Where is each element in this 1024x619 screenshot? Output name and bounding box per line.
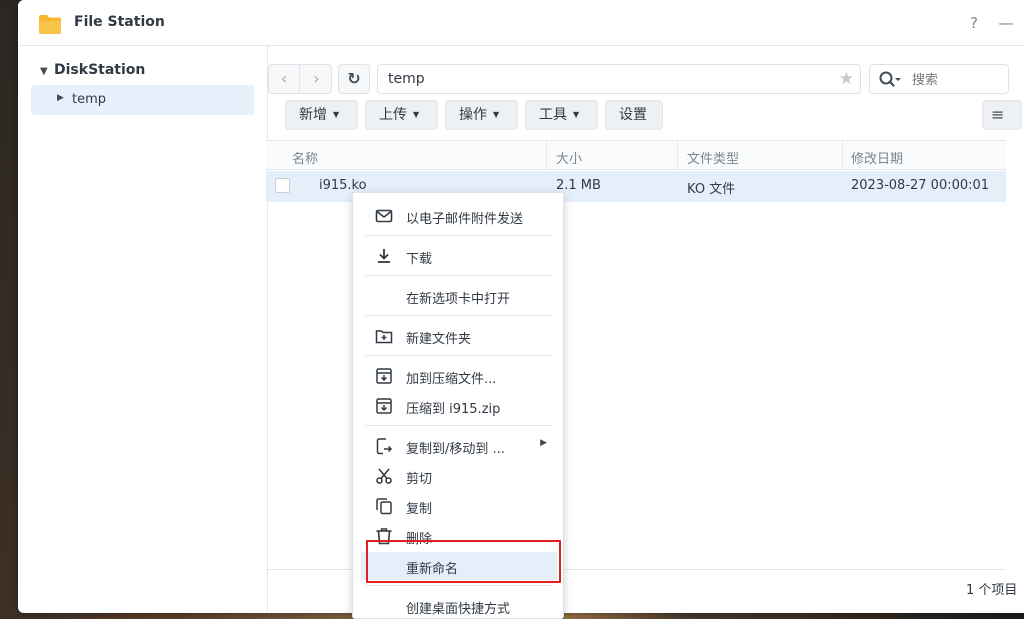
menu-divider bbox=[365, 235, 553, 236]
menu-divider bbox=[365, 355, 553, 356]
window-title: File Station bbox=[74, 14, 165, 30]
menu-item-label: 新建文件夹 bbox=[406, 332, 472, 347]
file-size: 2.1 MB bbox=[556, 178, 601, 193]
copy-icon bbox=[376, 498, 392, 515]
settings-button-label: 设置 bbox=[619, 107, 647, 123]
menu-divider bbox=[365, 585, 553, 586]
archive-add-icon bbox=[376, 368, 392, 384]
file-table-header: 名称 大小 文件类型 修改日期 bbox=[266, 140, 1006, 170]
path-text: temp bbox=[388, 71, 425, 87]
row-checkbox[interactable] bbox=[275, 178, 290, 193]
menu-item-create-shortcut[interactable]: 创建桌面快捷方式 bbox=[361, 592, 557, 619]
sidebar-item-label: temp bbox=[72, 92, 107, 107]
file-name: i915.ko bbox=[319, 178, 367, 193]
title-bar: File Station ? — bbox=[18, 0, 1024, 46]
list-view-button[interactable]: ≡ bbox=[982, 100, 1022, 130]
tree-root-diskstation[interactable]: ▼ DiskStation bbox=[40, 62, 145, 78]
menu-item-add-to-archive[interactable]: 加到压缩文件... bbox=[361, 362, 557, 390]
menu-divider bbox=[365, 315, 553, 316]
menu-item-copy[interactable]: 复制 bbox=[361, 492, 557, 520]
settings-button[interactable]: 设置 bbox=[605, 100, 663, 130]
download-icon bbox=[378, 249, 390, 263]
new-button-label: 新增 bbox=[299, 107, 327, 123]
scissors-icon bbox=[376, 468, 392, 484]
menu-divider bbox=[365, 425, 553, 426]
menu-item-label: 复制 bbox=[406, 502, 433, 517]
upload-button-label: 上传 bbox=[379, 107, 407, 123]
menu-item-label: 压缩到 i915.zip bbox=[406, 402, 501, 417]
item-count: 1 个项目 bbox=[966, 583, 1018, 598]
caret-right-icon[interactable]: ▶ bbox=[57, 93, 64, 103]
copy-move-icon bbox=[376, 438, 393, 455]
star-icon[interactable]: ★ bbox=[839, 69, 854, 89]
caret-down-icon[interactable]: ▼ bbox=[40, 66, 54, 77]
action-button-label: 操作 bbox=[459, 107, 487, 123]
submenu-arrow-icon: ▶ bbox=[540, 438, 547, 448]
menu-item-label: 加到压缩文件... bbox=[406, 372, 497, 387]
menu-item-download[interactable]: 下载 bbox=[361, 242, 557, 270]
column-divider[interactable] bbox=[546, 141, 547, 169]
menu-item-label: 下载 bbox=[406, 252, 433, 267]
menu-item-cut[interactable]: 剪切 bbox=[361, 462, 557, 490]
menu-item-label: 剪切 bbox=[406, 472, 433, 487]
column-name[interactable]: 名称 bbox=[292, 148, 318, 167]
new-button[interactable]: 新增 ▼ bbox=[285, 100, 358, 130]
highlight-outline bbox=[366, 540, 561, 583]
archive-icon bbox=[376, 398, 392, 414]
new-folder-icon bbox=[375, 330, 393, 344]
dropdown-arrow-icon: ▼ bbox=[333, 110, 340, 119]
dropdown-arrow-icon: ▼ bbox=[413, 110, 420, 119]
file-modified: 2023-08-27 00:00:01 bbox=[851, 178, 990, 193]
envelope-icon bbox=[375, 209, 393, 223]
forward-button[interactable]: › bbox=[301, 65, 332, 93]
tools-button[interactable]: 工具 ▼ bbox=[525, 100, 598, 130]
menu-item-label: 在新选项卡中打开 bbox=[406, 292, 511, 307]
column-size[interactable]: 大小 bbox=[556, 148, 582, 167]
menu-item-label: 复制到/移动到 ... bbox=[406, 442, 505, 457]
column-type[interactable]: 文件类型 bbox=[687, 148, 739, 167]
dropdown-arrow-icon: ▼ bbox=[573, 110, 580, 119]
path-bar[interactable]: temp ★ bbox=[377, 64, 861, 94]
list-view-icon: ≡ bbox=[991, 105, 1005, 124]
sidebar: ▼ DiskStation ▶ temp bbox=[18, 46, 268, 613]
column-modified[interactable]: 修改日期 bbox=[851, 148, 903, 167]
action-button[interactable]: 操作 ▼ bbox=[445, 100, 518, 130]
back-button[interactable]: ‹ bbox=[269, 65, 300, 93]
menu-item-open-new-tab[interactable]: 在新选项卡中打开 bbox=[361, 282, 557, 310]
upload-button[interactable]: 上传 ▼ bbox=[365, 100, 438, 130]
search-icon[interactable] bbox=[879, 70, 901, 90]
tree-root-label: DiskStation bbox=[54, 62, 146, 78]
column-divider[interactable] bbox=[677, 141, 678, 169]
tools-button-label: 工具 bbox=[539, 107, 567, 123]
search-input[interactable] bbox=[912, 70, 1002, 90]
folder-icon bbox=[39, 15, 61, 34]
minimize-button[interactable]: — bbox=[996, 12, 1016, 34]
help-button[interactable]: ? bbox=[964, 12, 984, 34]
menu-item-compress-zip[interactable]: 压缩到 i915.zip bbox=[361, 392, 557, 420]
menu-item-label: 创建桌面快捷方式 bbox=[406, 602, 511, 617]
dropdown-arrow-icon: ▼ bbox=[493, 110, 500, 119]
menu-item-label: 以电子邮件附件发送 bbox=[406, 212, 524, 227]
menu-item-copy-move[interactable]: 复制到/移动到 ... ▶ bbox=[361, 432, 557, 460]
column-divider[interactable] bbox=[842, 141, 843, 169]
menu-item-new-folder[interactable]: 新建文件夹 bbox=[361, 322, 557, 350]
history-nav: ‹ › bbox=[268, 64, 332, 94]
sidebar-item-temp[interactable]: ▶ temp bbox=[31, 85, 254, 115]
refresh-button[interactable]: ↻ bbox=[338, 64, 370, 94]
file-type: KO 文件 bbox=[687, 182, 736, 197]
menu-item-send-email[interactable]: 以电子邮件附件发送 bbox=[361, 202, 557, 230]
search-box[interactable] bbox=[869, 64, 1009, 94]
menu-divider bbox=[365, 275, 553, 276]
